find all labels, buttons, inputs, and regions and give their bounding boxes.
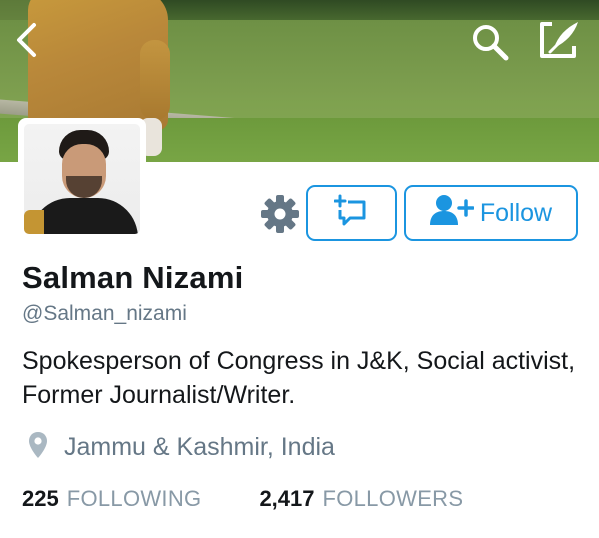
location-text: Jammu & Kashmir, India [64, 432, 335, 461]
profile-photo [24, 124, 140, 234]
search-icon[interactable] [470, 22, 510, 62]
gear-icon[interactable] [258, 192, 302, 236]
avatar[interactable] [18, 118, 146, 240]
following-label: FOLLOWING [66, 486, 202, 511]
followers-label: FOLLOWERS [322, 486, 464, 511]
profile-location: Jammu & Kashmir, India [28, 430, 335, 464]
followers-stat[interactable]: 2,417 FOLLOWERS [259, 486, 463, 512]
add-user-icon [429, 193, 475, 234]
profile-stats: 225 FOLLOWING 2,417 FOLLOWERS [22, 486, 463, 512]
location-pin-icon [28, 431, 48, 464]
direct-message-icon [333, 194, 370, 233]
profile-bio: Spokesperson of Congress in J&K, Social … [22, 347, 576, 409]
follow-button[interactable]: Follow [404, 185, 578, 241]
profile-screen: Follow Salman Nizami @Salman_nizami Spok… [0, 0, 599, 538]
followers-count: 2,417 [259, 486, 315, 511]
profile-handle: @Salman_nizami [22, 302, 187, 325]
profile-name: Salman Nizami [22, 260, 244, 295]
back-icon[interactable] [12, 22, 42, 58]
direct-message-button[interactable] [306, 185, 397, 241]
following-count: 225 [22, 486, 59, 511]
following-stat[interactable]: 225 FOLLOWING [22, 486, 201, 512]
follow-button-label: Follow [479, 198, 553, 227]
compose-icon[interactable] [538, 18, 580, 60]
